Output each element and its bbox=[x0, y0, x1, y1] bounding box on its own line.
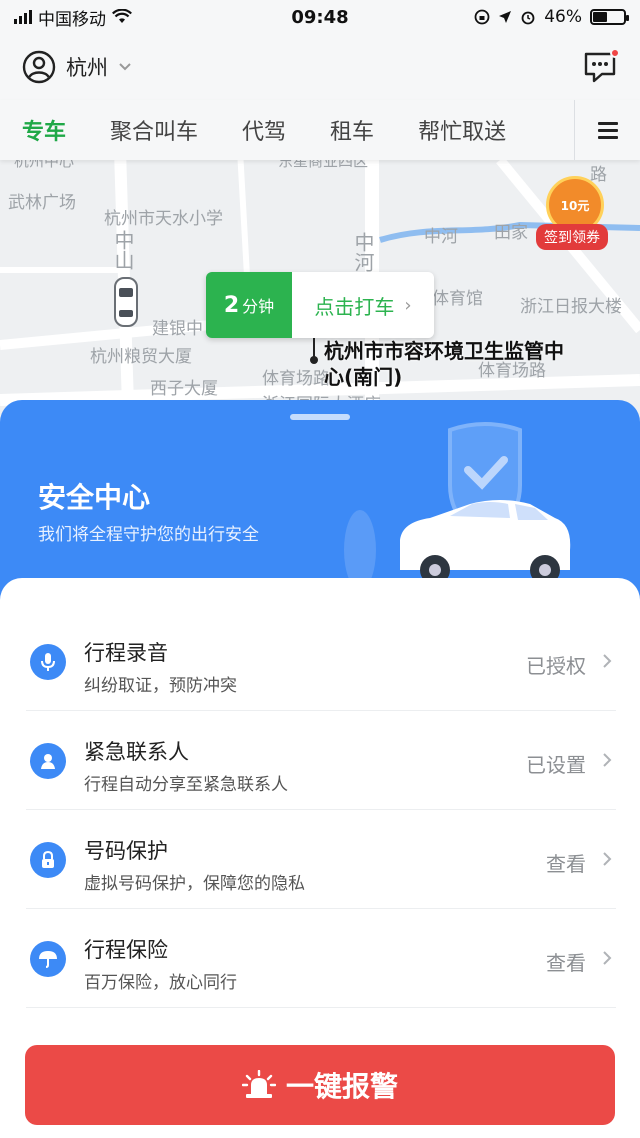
map-label: 中河 bbox=[424, 227, 458, 247]
unread-dot bbox=[610, 48, 620, 58]
safety-item-desc: 纠纷取证，预防冲突 bbox=[84, 676, 237, 696]
microphone-icon bbox=[30, 644, 66, 680]
tab-designated-driver[interactable]: 代驾 bbox=[242, 114, 286, 146]
map-label: 浙江日报大楼 bbox=[520, 297, 622, 317]
safety-item-desc: 虚拟号码保护，保障您的隐私 bbox=[84, 874, 305, 894]
clock: 09:48 bbox=[291, 6, 349, 28]
hamburger-icon[interactable] bbox=[597, 118, 618, 143]
promo-checkin-badge[interactable]: 10元 签到领券 bbox=[536, 176, 624, 252]
safety-item-status: 已授权 bbox=[526, 654, 586, 678]
eta-unit: 分钟 bbox=[242, 297, 275, 316]
eta-value: 2 bbox=[223, 292, 240, 318]
safety-item-desc: 百万保险，放心同行 bbox=[84, 973, 237, 993]
battery-icon bbox=[590, 9, 629, 25]
promo-coin-text: 10元 bbox=[560, 199, 590, 213]
carrier-name: 中国移动 bbox=[38, 9, 106, 30]
service-tabs: 专车 聚合叫车 代驾 租车 帮忙取送 bbox=[0, 100, 640, 160]
call-car-button[interactable]: 点击打车 › bbox=[292, 272, 434, 338]
map-label: 杭州市天水小学 bbox=[104, 209, 223, 229]
call-car-label: 点击打车 bbox=[314, 294, 395, 319]
chevron-right-icon bbox=[603, 753, 612, 767]
map-label: 中河 bbox=[351, 232, 375, 272]
tab-aggregate-ride[interactable]: 聚合叫车 bbox=[110, 114, 198, 146]
more-services-button[interactable] bbox=[574, 100, 640, 160]
map-label: 杭州粮贸大厦 bbox=[90, 347, 192, 367]
destination-marker[interactable]: 杭州市市容环境卫生监管中心(南门) bbox=[310, 338, 564, 390]
safety-item-title: 行程保险 bbox=[84, 938, 168, 962]
chevron-right-icon bbox=[603, 654, 612, 668]
eta-badge: 2 分钟 bbox=[206, 272, 292, 338]
safety-title: 安全中心 bbox=[38, 481, 151, 514]
map-label: 田家 bbox=[494, 223, 528, 243]
emergency-alarm-label: 一键报警 bbox=[285, 1070, 398, 1103]
alarm-siren-icon bbox=[241, 1070, 276, 1098]
orientation-lock-icon bbox=[474, 9, 490, 25]
signal-icon bbox=[14, 10, 32, 24]
map-label: 武林广场 bbox=[8, 193, 76, 213]
chevron-right-icon bbox=[603, 852, 612, 866]
safety-item-number-protection[interactable]: 号码保护 虚拟号码保护，保障您的隐私 查看 bbox=[26, 810, 616, 909]
safe-car-illustration bbox=[344, 422, 571, 600]
safety-item-status: 已设置 bbox=[526, 753, 586, 777]
wifi-icon bbox=[112, 9, 132, 23]
safety-subtitle: 我们将全程守护您的出行安全 bbox=[38, 525, 259, 545]
emergency-alarm-button[interactable]: 一键报警 bbox=[25, 1045, 615, 1125]
umbrella-icon bbox=[30, 941, 66, 977]
safety-item-emergency-contact[interactable]: 紧急联系人 行程自动分享至紧急联系人 已设置 bbox=[26, 711, 616, 810]
car-marker-icon bbox=[114, 277, 138, 327]
map-label: 体育馆 bbox=[432, 289, 483, 309]
chevron-right-icon: › bbox=[404, 294, 412, 316]
status-bar: 中国移动 09:48 46% bbox=[0, 0, 640, 34]
app-header: 杭州 bbox=[0, 34, 640, 100]
person-icon bbox=[30, 743, 66, 779]
chevron-right-icon bbox=[603, 951, 612, 965]
location-pin-icon bbox=[310, 338, 318, 364]
map-label: 建银中 bbox=[152, 319, 203, 339]
city-name[interactable]: 杭州 bbox=[66, 52, 108, 82]
battery-percent: 46% bbox=[544, 7, 582, 27]
chevron-down-icon[interactable] bbox=[118, 62, 132, 72]
safety-item-title: 号码保护 bbox=[84, 839, 168, 863]
tab-errand-delivery[interactable]: 帮忙取送 bbox=[418, 114, 506, 146]
message-button[interactable] bbox=[582, 48, 620, 84]
tab-car-rental[interactable]: 租车 bbox=[330, 114, 374, 146]
tab-premium-car[interactable]: 专车 bbox=[22, 114, 66, 146]
safety-item-status: 查看 bbox=[546, 852, 586, 876]
safety-item-desc: 行程自动分享至紧急联系人 bbox=[84, 775, 288, 795]
safety-item-status: 查看 bbox=[546, 951, 586, 975]
city-selector[interactable]: 杭州 bbox=[22, 50, 132, 84]
safety-item-title: 紧急联系人 bbox=[84, 740, 189, 764]
call-car-pill[interactable]: 2 分钟 点击打车 › bbox=[206, 272, 434, 338]
alarm-icon bbox=[521, 11, 535, 25]
promo-label: 签到领券 bbox=[536, 224, 608, 250]
battery-fill bbox=[593, 12, 607, 22]
safety-item-title: 行程录音 bbox=[84, 641, 168, 665]
map-label: 西子大厦 bbox=[150, 379, 218, 399]
safety-item-trip-insurance[interactable]: 行程保险 百万保险，放心同行 查看 bbox=[26, 909, 616, 1008]
destination-label: 杭州市市容环境卫生监管中心(南门) bbox=[324, 339, 564, 389]
map-label: 中山 bbox=[111, 230, 135, 270]
lock-icon bbox=[30, 842, 66, 878]
user-avatar-icon[interactable] bbox=[22, 50, 56, 84]
location-arrow-icon bbox=[499, 11, 512, 23]
safety-center-sheet: 安全中心 我们将全程守护您的出行安全 行程录音 纠纷取证，预防冲突 已授权 紧急… bbox=[0, 400, 640, 1138]
safety-item-trip-recording[interactable]: 行程录音 纠纷取证，预防冲突 已授权 bbox=[26, 612, 616, 711]
safety-hero: 安全中心 我们将全程守护您的出行安全 bbox=[0, 400, 640, 600]
